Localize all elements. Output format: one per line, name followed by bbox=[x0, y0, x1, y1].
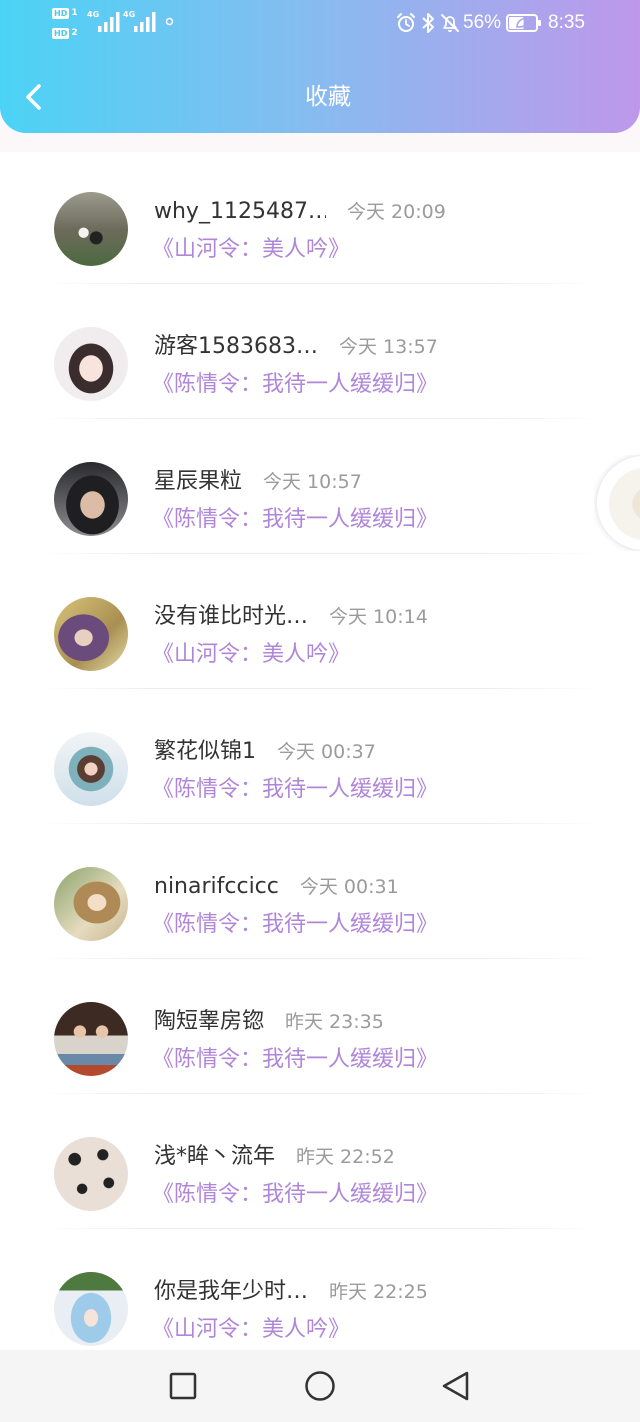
book-title[interactable]: 《陈情令：我待一人缓缓归》 bbox=[152, 910, 438, 940]
book-title[interactable]: 《山河令：美人吟》 bbox=[152, 640, 350, 670]
item-divider bbox=[40, 553, 600, 554]
item-meta: 星辰果粒 今天 10:57 bbox=[154, 467, 362, 497]
username: 浅*眸丶流年 bbox=[154, 1144, 276, 1169]
favorite-item[interactable]: 游客1583683… 今天 13:57 《陈情令：我待一人缓缓归》 bbox=[0, 297, 640, 432]
square-icon bbox=[169, 1372, 197, 1400]
favorite-item[interactable]: why_1125487… 今天 20:09 《山河令：美人吟》 bbox=[0, 162, 640, 297]
status-bar: HD 1 HD 2 4G 4G 56% 8:35 bbox=[0, 0, 640, 48]
user-avatar[interactable] bbox=[54, 597, 128, 671]
item-meta: 陶短睾房锪 昨天 23:35 bbox=[154, 1007, 384, 1037]
item-divider bbox=[40, 688, 600, 689]
item-meta: ninarifccicc 今天 00:31 bbox=[154, 872, 399, 902]
item-meta: why_1125487… 今天 20:09 bbox=[154, 197, 446, 227]
signal-icon bbox=[134, 12, 156, 32]
data-activity-icon bbox=[165, 17, 174, 26]
favorite-item[interactable]: 陶短睾房锪 昨天 23:35 《陈情令：我待一人缓缓归》 bbox=[0, 972, 640, 1107]
sim2-indicator: HD 2 bbox=[52, 26, 78, 40]
bluetooth-icon bbox=[422, 13, 434, 33]
item-meta: 浅*眸丶流年 昨天 22:52 bbox=[154, 1142, 395, 1172]
signal-icon bbox=[98, 12, 120, 32]
item-meta: 繁花似锦1 今天 00:37 bbox=[154, 737, 376, 767]
app-header: HD 1 HD 2 4G 4G 56% 8:35 收藏 bbox=[0, 0, 640, 133]
username: why_1125487… bbox=[154, 199, 326, 224]
username: 你是我年少时… bbox=[154, 1279, 309, 1304]
user-avatar[interactable] bbox=[54, 1272, 128, 1346]
favorite-item[interactable]: ninarifccicc 今天 00:31 《陈情令：我待一人缓缓归》 bbox=[0, 837, 640, 972]
item-divider bbox=[40, 1228, 600, 1229]
user-avatar[interactable] bbox=[54, 732, 128, 806]
back-nav-button[interactable] bbox=[440, 1370, 472, 1402]
alarm-icon bbox=[397, 13, 415, 32]
favorite-time: 昨天 22:52 bbox=[296, 1146, 395, 1168]
sim-slot-number: 2 bbox=[71, 27, 78, 38]
triangle-back-icon bbox=[442, 1371, 469, 1401]
battery-percent: 56% bbox=[463, 12, 502, 33]
favorite-item[interactable]: 繁花似锦1 今天 00:37 《陈情令：我待一人缓缓归》 bbox=[0, 702, 640, 837]
system-nav-bar bbox=[0, 1350, 640, 1422]
home-button[interactable] bbox=[304, 1370, 336, 1402]
book-title[interactable]: 《山河令：美人吟》 bbox=[152, 1315, 350, 1345]
book-title[interactable]: 《陈情令：我待一人缓缓归》 bbox=[152, 775, 438, 805]
favorite-time: 今天 20:09 bbox=[347, 201, 446, 223]
mute-icon bbox=[441, 14, 459, 32]
username: 没有谁比时光… bbox=[154, 604, 309, 629]
favorite-time: 今天 10:14 bbox=[329, 606, 428, 628]
user-avatar[interactable] bbox=[54, 462, 128, 536]
hd-badge: HD bbox=[52, 7, 70, 19]
sim-slot-number: 1 bbox=[71, 7, 78, 18]
username: 陶短睾房锪 bbox=[154, 1009, 265, 1034]
battery-saver-icon bbox=[506, 14, 541, 32]
favorite-item[interactable]: 没有谁比时光… 今天 10:14 《山河令：美人吟》 bbox=[0, 567, 640, 702]
book-title[interactable]: 《陈情令：我待一人缓缓归》 bbox=[152, 370, 438, 400]
screen: HD 1 HD 2 4G 4G 56% 8:35 收藏 why_1125487…… bbox=[0, 0, 640, 1422]
username: 游客1583683… bbox=[154, 334, 318, 359]
book-title[interactable]: 《山河令：美人吟》 bbox=[152, 235, 350, 265]
user-avatar[interactable] bbox=[54, 327, 128, 401]
circle-icon bbox=[305, 1371, 335, 1401]
chevron-left-icon bbox=[26, 84, 41, 110]
hd-badge: HD bbox=[52, 27, 70, 39]
user-avatar[interactable] bbox=[54, 1002, 128, 1076]
item-meta: 你是我年少时… 昨天 22:25 bbox=[154, 1277, 428, 1307]
item-divider bbox=[40, 958, 600, 959]
username: ninarifccicc bbox=[154, 874, 279, 899]
recent-apps-button[interactable] bbox=[167, 1370, 199, 1402]
item-divider bbox=[40, 283, 600, 284]
username: 星辰果粒 bbox=[154, 469, 243, 494]
book-title[interactable]: 《陈情令：我待一人缓缓归》 bbox=[152, 1045, 438, 1075]
favorite-time: 今天 13:57 bbox=[338, 336, 438, 358]
item-divider bbox=[40, 418, 600, 419]
favorite-time: 昨天 22:25 bbox=[329, 1281, 428, 1303]
sim1-indicator: HD 1 bbox=[52, 6, 78, 20]
favorite-item[interactable]: 星辰果粒 今天 10:57 《陈情令：我待一人缓缓归》 bbox=[0, 432, 640, 567]
user-avatar[interactable] bbox=[54, 192, 128, 266]
floating-button-container bbox=[594, 455, 640, 551]
item-divider bbox=[40, 823, 600, 824]
favorite-time: 今天 00:31 bbox=[299, 876, 399, 898]
floating-button[interactable] bbox=[596, 455, 640, 551]
username: 繁花似锦1 bbox=[154, 739, 256, 764]
favorite-time: 今天 00:37 bbox=[277, 741, 376, 763]
item-meta: 游客1583683… 今天 13:57 bbox=[154, 332, 438, 362]
item-divider bbox=[40, 1093, 600, 1094]
floating-button-image bbox=[609, 468, 640, 540]
favorite-item[interactable]: 浅*眸丶流年 昨天 22:52 《陈情令：我待一人缓缓归》 bbox=[0, 1107, 640, 1242]
user-avatar[interactable] bbox=[54, 867, 128, 941]
page-title: 收藏 bbox=[305, 84, 351, 110]
book-title[interactable]: 《陈情令：我待一人缓缓归》 bbox=[152, 505, 438, 535]
clock: 8:35 bbox=[548, 12, 585, 33]
favorite-time: 昨天 23:35 bbox=[285, 1011, 384, 1033]
user-avatar[interactable] bbox=[54, 1137, 128, 1211]
item-meta: 没有谁比时光… 今天 10:14 bbox=[154, 602, 428, 632]
favorites-list: why_1125487… 今天 20:09 《山河令：美人吟》 游客158368… bbox=[0, 162, 640, 1377]
back-button[interactable] bbox=[20, 80, 46, 114]
book-title[interactable]: 《陈情令：我待一人缓缓归》 bbox=[152, 1180, 438, 1210]
favorite-time: 今天 10:57 bbox=[263, 471, 362, 493]
